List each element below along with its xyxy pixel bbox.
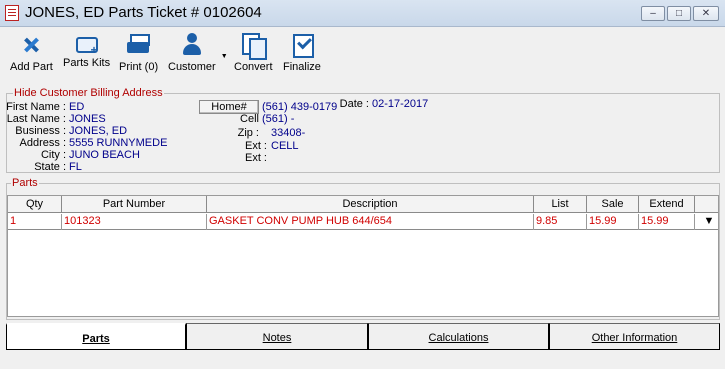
kit-icon — [75, 37, 98, 57]
column-header-description[interactable]: Description — [207, 196, 534, 213]
cell-list[interactable]: 9.85 — [534, 214, 587, 230]
zip-value: 33408- — [271, 127, 306, 139]
table-row[interactable]: 1 101323 GASKET CONV PUMP HUB 644/654 9.… — [8, 214, 718, 230]
column-header-qty[interactable]: Qty — [8, 196, 62, 213]
convert-label: Convert — [234, 61, 273, 73]
parts-grid: Qty Part Number Description List Sale Ex… — [7, 195, 719, 317]
convert-button[interactable]: Convert — [234, 31, 273, 73]
checklist-icon — [289, 31, 315, 58]
parts-grid-header: Qty Part Number Description List Sale Ex… — [8, 196, 718, 213]
bottom-tabs: Parts Notes Calculations Other Informati… — [6, 323, 720, 350]
parts-group: Parts Qty Part Number Description List S… — [6, 177, 720, 320]
close-button[interactable]: ✕ — [693, 6, 719, 21]
date-value: 02-17-2017 — [372, 98, 429, 110]
add-part-label: Add Part — [10, 61, 53, 73]
person-icon — [179, 31, 205, 57]
window-controls: – □ ✕ — [641, 6, 719, 21]
address-value: 5555 RUNNYMEDE — [69, 137, 168, 149]
row-edit-icon: ▼ — [703, 215, 715, 227]
state-label: State : — [34, 161, 66, 173]
tab-other-information[interactable]: Other Information — [549, 323, 720, 350]
state-value: FL — [69, 161, 82, 173]
address-label: Address : — [19, 137, 66, 149]
ext-label-2: Ext : — [244, 152, 267, 164]
tab-parts-label: Parts — [82, 333, 110, 345]
last-name-label: Last Name : — [6, 113, 66, 125]
tab-calculations-label: Calculations — [428, 332, 489, 344]
column-header-list[interactable]: List — [534, 196, 587, 213]
last-name-value: JONES — [69, 113, 106, 125]
tab-notes[interactable]: Notes — [186, 323, 368, 350]
business-label: Business : — [15, 125, 66, 137]
first-name-value: ED — [69, 101, 85, 113]
column-header-marker — [695, 196, 717, 213]
minimize-button[interactable]: – — [641, 6, 665, 21]
print-button[interactable]: Print (0) — [119, 31, 158, 73]
business-value: JONES, ED — [69, 125, 128, 137]
city-value: JUNO BEACH — [69, 149, 140, 161]
zip-label: Zip : — [237, 127, 259, 139]
tab-other-information-label: Other Information — [591, 332, 678, 344]
dropdown-caret-icon[interactable]: ▼ — [221, 53, 228, 60]
customer-button[interactable]: Customer ▼ — [168, 31, 228, 73]
column-header-extend[interactable]: Extend — [639, 196, 695, 213]
date-label: Date : — [339, 98, 369, 110]
city-label: City : — [40, 149, 66, 161]
customer-label: Customer — [168, 61, 216, 73]
print-label: Print (0) — [119, 61, 159, 73]
ext-label-1: Ext : — [244, 140, 267, 152]
wrench-icon — [18, 31, 44, 57]
cell-phone-value: (561) - — [262, 113, 295, 125]
tab-calculations[interactable]: Calculations — [368, 323, 549, 350]
window-title: JONES, ED Parts Ticket # 0102604 — [25, 4, 262, 21]
toolbar: Add Part Parts Kits Print (0) Customer ▼… — [0, 27, 725, 84]
cell-part-number[interactable]: 101323 — [62, 214, 207, 230]
ext-value-1: CELL — [271, 140, 299, 152]
hide-billing-address-toggle[interactable]: Hide Customer Billing Address — [13, 87, 164, 99]
first-name-label: First Name : — [6, 101, 66, 113]
parts-legend: Parts — [11, 177, 39, 189]
title-bar: JONES, ED Parts Ticket # 0102604 – □ ✕ — [0, 0, 725, 27]
cell-description[interactable]: GASKET CONV PUMP HUB 644/654 — [207, 214, 534, 230]
column-header-sale[interactable]: Sale — [587, 196, 639, 213]
finalize-label: Finalize — [283, 61, 321, 73]
column-header-part-number[interactable]: Part Number — [62, 196, 207, 213]
cell-qty[interactable]: 1 — [8, 214, 62, 230]
billing-address-group: Hide Customer Billing Address First Name… — [6, 87, 720, 173]
tab-notes-label: Notes — [262, 332, 292, 344]
cell-extend[interactable]: 15.99 — [639, 214, 695, 230]
tab-parts[interactable]: Parts — [6, 323, 186, 350]
add-part-button[interactable]: Add Part — [10, 31, 53, 73]
printer-icon — [126, 31, 152, 57]
cell-sale[interactable]: 15.99 — [587, 214, 639, 230]
parts-kits-button[interactable]: Parts Kits — [63, 31, 110, 69]
parts-kits-label: Parts Kits — [63, 57, 111, 69]
ticket-icon — [5, 5, 19, 21]
finalize-button[interactable]: Finalize — [283, 31, 321, 73]
maximize-button[interactable]: □ — [667, 6, 691, 21]
home-phone-button[interactable]: Home# — [199, 100, 259, 114]
cell-label: Cell — [240, 113, 259, 125]
convert-icon — [240, 31, 268, 60]
